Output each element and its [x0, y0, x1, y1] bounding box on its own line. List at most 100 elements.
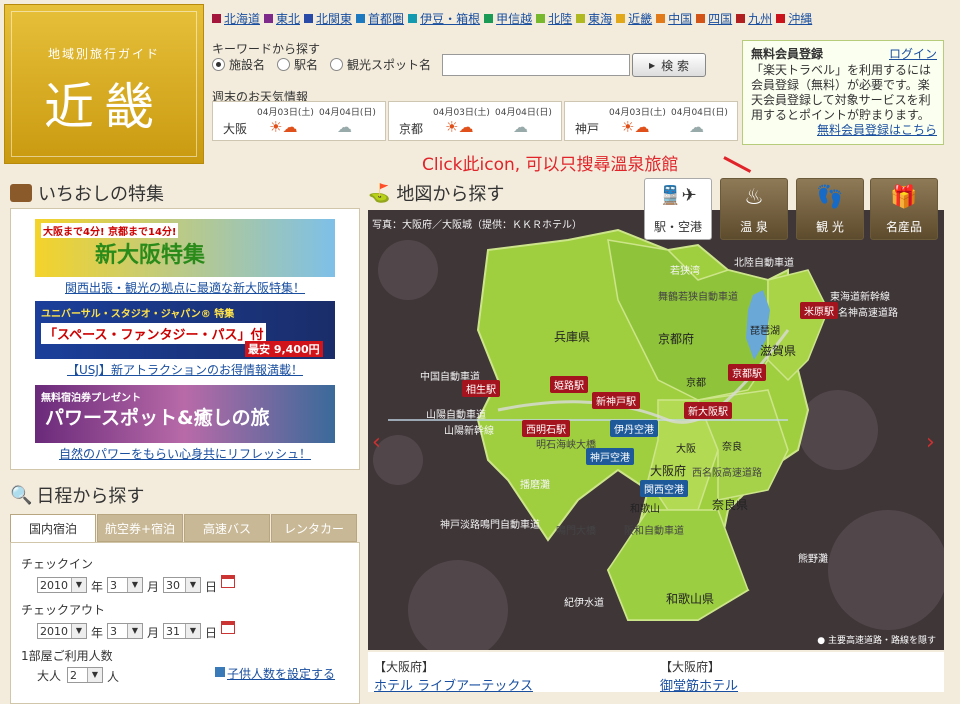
region-link-item: 伊豆・箱根	[408, 10, 480, 27]
weather-city: 大阪	[223, 122, 248, 136]
region-link[interactable]: 近畿	[628, 10, 652, 27]
checkout-year-select[interactable]: 2010 ▼	[37, 623, 87, 639]
region-link[interactable]: 九州	[748, 10, 772, 27]
radio-station[interactable]	[277, 58, 291, 71]
children-settings-link[interactable]: 子供人数を設定する	[227, 665, 335, 682]
place-kii-channel: 紀伊水道	[564, 598, 604, 609]
region-link[interactable]: 北陸	[548, 10, 572, 27]
banner-shin-osaka[interactable]: 大阪まで4分! 京都まで14分! 新大阪特集	[35, 219, 335, 277]
search-button[interactable]: ▶ 検 索	[632, 53, 706, 77]
pref-osaka[interactable]: 大阪府	[650, 462, 686, 479]
checkout-day-value: 31	[166, 624, 180, 638]
station-shin-kobe[interactable]: 新神戸駅	[592, 392, 640, 409]
region-link-item: 首都圏	[356, 10, 404, 27]
map-next-arrow-icon[interactable]: ›	[926, 430, 935, 455]
schedule-tabs: 国内宿泊 航空券+宿泊 高速バス レンタカー	[10, 514, 358, 542]
checkin-day-value: 30	[166, 578, 180, 592]
checkin-year-select[interactable]: 2010 ▼	[37, 577, 87, 593]
banner-caption-link[interactable]: 自然のパワーをもらい心身共にリフレッシュ！	[11, 445, 359, 462]
region-link[interactable]: 沖縄	[788, 10, 812, 27]
region-link-item: 北関東	[304, 10, 352, 27]
keyword-type-radios: 施設名 駅名 観光スポット名	[212, 56, 443, 73]
sunny-cloudy-icon: ☀☁	[621, 118, 650, 136]
register-link[interactable]: 無料会員登録はこちら	[817, 121, 937, 138]
pref-hyogo[interactable]: 兵庫県	[554, 328, 590, 345]
gift-icon: 🎁	[890, 185, 918, 210]
tab-domestic-stay[interactable]: 国内宿泊	[10, 514, 96, 542]
banner-caption-link[interactable]: 【USJ】新アトラクションのお得情報満載！	[11, 361, 359, 378]
region-link[interactable]: 北海道	[224, 10, 260, 27]
keyword-input[interactable]	[442, 54, 630, 76]
place-kobe-awaji-naruto: 神戸淡路鳴門自動車道	[440, 520, 540, 531]
member-title: 無料会員登録	[751, 47, 824, 61]
region-link[interactable]: 東北	[276, 10, 300, 27]
airport-kansai[interactable]: 関西空港	[640, 480, 688, 497]
map-prev-arrow-icon[interactable]: ‹	[372, 430, 381, 455]
radio-spot[interactable]	[330, 58, 344, 71]
region-link[interactable]: 伊豆・箱根	[420, 10, 480, 27]
checkin-month-value: 3	[110, 578, 117, 592]
region-link[interactable]: 首都圏	[368, 10, 404, 27]
banner-caption-link[interactable]: 関西出張・観光の拠点に最適な新大阪特集！	[11, 279, 359, 296]
category-specialty[interactable]: 🎁 名産品	[870, 178, 938, 240]
region-link-item: 東北	[264, 10, 300, 27]
tab-highway-bus[interactable]: 高速バス	[184, 514, 270, 542]
login-link[interactable]: ログイン	[889, 45, 937, 62]
station-maibara[interactable]: 米原駅	[800, 302, 838, 319]
place-wakayama: 和歌山	[630, 504, 660, 515]
weather-date-sun: 04月04日(日)	[671, 108, 728, 118]
airport-itami[interactable]: 伊丹空港	[610, 420, 658, 437]
chevron-down-icon: ▼	[185, 578, 200, 592]
radio-facility-label[interactable]: 施設名	[229, 56, 265, 73]
onsen-icon: ♨	[744, 185, 764, 210]
adults-value: 2	[70, 668, 77, 682]
station-aioi[interactable]: 相生駅	[462, 380, 500, 397]
radio-facility[interactable]	[212, 58, 225, 71]
checkout-month-select[interactable]: 3 ▼	[107, 623, 143, 639]
region-link[interactable]: 甲信越	[496, 10, 532, 27]
banner-power-spot[interactable]: 無料宿泊券プレゼント パワースポット&癒しの旅	[35, 385, 335, 443]
kinki-map[interactable]: 写真：大阪府／大阪城（提供：ＫＫＲホテル） 兵庫県 京都府 滋賀県 大阪府 奈良…	[368, 210, 944, 650]
checkin-day-select[interactable]: 30 ▼	[163, 577, 201, 593]
search-button-label: 検 索	[661, 58, 689, 73]
footprints-icon: 👣	[816, 185, 844, 210]
category-label: 駅・空港	[653, 220, 702, 234]
annotation-text: Click此icon, 可以只搜尋溫泉旅館	[422, 155, 679, 175]
category-onsen[interactable]: ♨ 温 泉	[720, 178, 788, 240]
calendar-icon[interactable]	[221, 621, 235, 634]
airport-kobe[interactable]: 神戸空港	[586, 448, 634, 465]
place-hokuriku-expressway: 北陸自動車道	[734, 258, 794, 269]
category-station-airport[interactable]: 🚆✈ 駅・空港	[644, 178, 712, 240]
region-link[interactable]: 中国	[668, 10, 692, 27]
pref-kyoto[interactable]: 京都府	[658, 330, 694, 347]
checkout-day-select[interactable]: 31 ▼	[163, 623, 201, 639]
member-register-box: 無料会員登録 ログイン 「楽天トラベル」を利用するには会員登録（無料）が必要です…	[742, 40, 944, 145]
radio-station-label[interactable]: 駅名	[294, 56, 318, 73]
tab-rental-car[interactable]: レンタカー	[271, 514, 357, 542]
station-himeji[interactable]: 姫路駅	[550, 376, 588, 393]
pref-nara[interactable]: 奈良県	[712, 496, 748, 513]
region-link[interactable]: 東海	[588, 10, 612, 27]
weather-card-osaka: 04月03日(土) 04月04日(日) 大阪 ☀☁ ☁	[212, 101, 386, 141]
pref-wakayama[interactable]: 和歌山県	[666, 590, 714, 607]
region-link[interactable]: 北関東	[316, 10, 352, 27]
adults-select[interactable]: 2 ▼	[67, 667, 103, 683]
checkin-month-select[interactable]: 3 ▼	[107, 577, 143, 593]
radio-spot-label[interactable]: 観光スポット名	[347, 56, 431, 73]
category-sightseeing[interactable]: 👣 観 光	[796, 178, 864, 240]
play-arrow-icon: ▶	[649, 60, 656, 70]
place-sanyo-expressway: 山陽自動車道	[426, 410, 486, 421]
tab-air-hotel[interactable]: 航空券+宿泊	[97, 514, 183, 542]
weather-card-kyoto: 04月03日(土) 04月04日(日) 京都 ☀☁ ☁	[388, 101, 562, 141]
station-nishi-akashi[interactable]: 西明石駅	[522, 420, 570, 437]
place-meishin-expressway: 名神高速道路	[838, 308, 898, 319]
region-link[interactable]: 四国	[708, 10, 732, 27]
pref-shiga[interactable]: 滋賀県	[760, 342, 796, 359]
calendar-icon[interactable]	[221, 575, 235, 588]
hide-routes-toggle[interactable]: ● 主要高速道路・路線を隠す	[817, 633, 936, 646]
unit-year: 年	[91, 626, 104, 640]
banner-usj[interactable]: ユニバーサル・スタジオ・ジャパン® 特集 「スペース・ファンタジー・パス」付 最…	[35, 301, 335, 359]
region-logo: 地域別旅行ガイド 近畿	[4, 4, 204, 164]
station-shin-osaka[interactable]: 新大阪駅	[684, 402, 732, 419]
station-kyoto[interactable]: 京都駅	[728, 364, 766, 381]
